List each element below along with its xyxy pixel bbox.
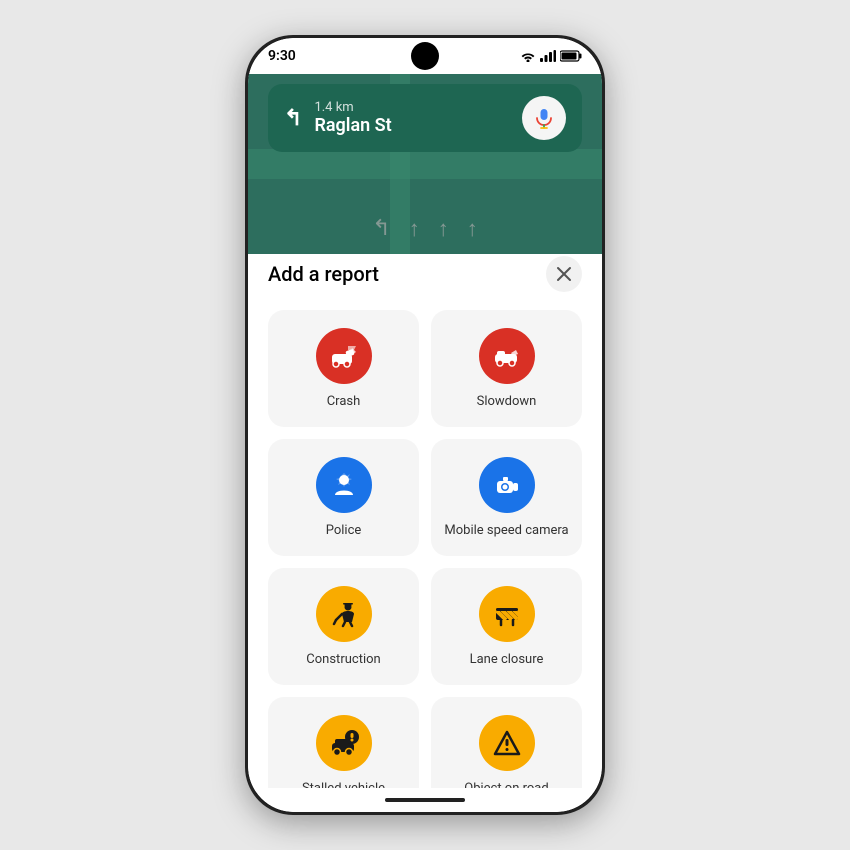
- camera-icon-circle: [479, 457, 535, 513]
- object-on-road-icon: [491, 727, 523, 759]
- report-item-mobile-speed-camera[interactable]: Mobile speed camera: [431, 439, 582, 556]
- sheet-title: Add a report: [268, 262, 379, 286]
- home-bar: [385, 798, 465, 802]
- stalled-vehicle-icon: [328, 727, 360, 759]
- phone-frame: 9:30: [245, 35, 605, 815]
- construction-label: Construction: [306, 652, 380, 669]
- report-item-stalled-vehicle[interactable]: Stalled vehicle: [268, 697, 419, 788]
- stalled-vehicle-label: Stalled vehicle: [302, 781, 385, 788]
- straight-arrow-3: ↑: [467, 216, 478, 242]
- lane-icon-circle: [479, 586, 535, 642]
- nav-turn-arrow: ↰: [284, 106, 302, 131]
- construction-icon: [328, 598, 360, 630]
- signal-icon: [540, 50, 556, 62]
- nav-street: Raglan St: [314, 115, 510, 136]
- crash-label: Crash: [327, 394, 361, 411]
- bottom-sheet: Add a report: [248, 236, 602, 788]
- report-grid: Crash Slowdown: [268, 310, 582, 788]
- lane-closure-label: Lane closure: [470, 652, 544, 669]
- report-item-police[interactable]: Police: [268, 439, 419, 556]
- battery-icon: [560, 50, 582, 62]
- report-item-slowdown[interactable]: Slowdown: [431, 310, 582, 427]
- map-direction-arrows: ↰ ↑ ↑ ↑: [372, 216, 477, 242]
- status-bar: 9:30: [248, 38, 602, 74]
- phone-screen: 9:30: [248, 38, 602, 812]
- straight-arrow-2: ↑: [438, 216, 449, 242]
- crash-icon: [328, 340, 360, 372]
- straight-arrow-1: ↑: [409, 216, 420, 242]
- crash-icon-circle: [316, 328, 372, 384]
- camera-notch: [411, 42, 439, 70]
- mic-button[interactable]: [522, 96, 566, 140]
- status-icons: [520, 50, 582, 62]
- report-item-construction[interactable]: Construction: [268, 568, 419, 685]
- camera-icon: [491, 469, 523, 501]
- slowdown-label: Slowdown: [477, 394, 537, 411]
- object-icon-circle: [479, 715, 535, 771]
- object-on-road-label: Object on road: [464, 781, 548, 788]
- home-indicator[interactable]: [248, 788, 602, 812]
- camera-label: Mobile speed camera: [444, 523, 568, 540]
- report-item-object-on-road[interactable]: Object on road: [431, 697, 582, 788]
- construction-icon-circle: [316, 586, 372, 642]
- sheet-header: Add a report: [268, 256, 582, 292]
- stalled-icon-circle: [316, 715, 372, 771]
- nav-info: 1.4 km Raglan St: [314, 100, 510, 136]
- nav-distance: 1.4 km: [314, 100, 510, 115]
- close-button[interactable]: [546, 256, 582, 292]
- wifi-icon: [520, 50, 536, 62]
- turn-left-arrow: ↰: [372, 216, 390, 242]
- police-icon-circle: [316, 457, 372, 513]
- slowdown-icon-circle: [479, 328, 535, 384]
- report-item-lane-closure[interactable]: Lane closure: [431, 568, 582, 685]
- navigation-bar: ↰ 1.4 km Raglan St: [268, 84, 582, 152]
- map-area: ↰ 1.4 km Raglan St ↰ ↑ ↑: [248, 74, 602, 254]
- close-icon: [556, 266, 572, 282]
- report-item-crash[interactable]: Crash: [268, 310, 419, 427]
- status-time: 9:30: [268, 48, 296, 64]
- mic-icon: [533, 107, 555, 129]
- slowdown-icon: [491, 340, 523, 372]
- lane-closure-icon: [491, 598, 523, 630]
- police-icon: [328, 469, 360, 501]
- police-label: Police: [326, 523, 362, 540]
